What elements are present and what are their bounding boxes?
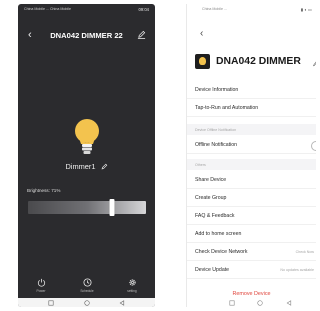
- gear-icon: [128, 279, 136, 286]
- offline-toggle[interactable]: [311, 141, 316, 151]
- app-header: ‹ DNA042 DIMMER 22: [18, 29, 155, 43]
- menu-add-home-screen[interactable]: Add to home screen: [187, 226, 316, 243]
- system-nav-bar: [18, 298, 155, 307]
- section-offline: Device Offline Notification: [187, 124, 316, 135]
- menu-share-device[interactable]: Share Device: [187, 172, 316, 189]
- status-time: 09:04: [138, 7, 149, 12]
- menu-label: Add to home screen: [195, 231, 242, 237]
- section-others: Others: [187, 159, 316, 170]
- menu-check-network[interactable]: Check Device Network Check Now: [187, 244, 316, 261]
- home-icon[interactable]: [257, 300, 263, 306]
- menu-create-group[interactable]: Create Group: [187, 190, 316, 207]
- dock-schedule[interactable]: Schedule: [74, 278, 100, 293]
- menu-device-information[interactable]: Device Information: [187, 82, 316, 99]
- dock-power[interactable]: Power: [28, 278, 54, 293]
- brightness-label: Brightness: 71%: [27, 188, 61, 193]
- menu-label: FAQ & Feedback: [195, 213, 235, 219]
- back-icon[interactable]: [119, 299, 125, 306]
- device-settings-screen: China Mobile ... ▮ ◐ ▭ ‹ DNA042 DIMMER D…: [186, 4, 316, 307]
- screenshot-canvas: China Mobile ... China Mobile 09:04 ‹ DN…: [0, 0, 316, 311]
- menu-label: Share Device: [195, 177, 227, 183]
- carrier-text: China Mobile ... China Mobile: [24, 7, 71, 11]
- menu-tap-to-run[interactable]: Tap-to-Run and Automation: [187, 100, 316, 117]
- back-icon[interactable]: [286, 300, 292, 306]
- section-label: Others: [195, 163, 206, 167]
- menu-label: Device Information: [195, 87, 239, 93]
- dock-label: Power: [36, 289, 46, 293]
- recents-icon[interactable]: [229, 300, 235, 306]
- slider-thumb[interactable]: [109, 199, 115, 216]
- dock-setting[interactable]: setting: [119, 278, 145, 293]
- page-title: DNA042 DIMMER 22: [50, 31, 123, 40]
- status-bar: China Mobile ... China Mobile 09:04: [18, 4, 155, 18]
- menu-value: Check Now: [295, 250, 314, 254]
- menu-value: No updates available: [280, 268, 314, 272]
- menu-offline-notification[interactable]: Offline Notification: [187, 137, 316, 154]
- dock-label: Schedule: [80, 289, 94, 293]
- bottom-dock: Power Schedule setting: [18, 278, 155, 298]
- menu-device-update[interactable]: Device Update No updates available: [187, 262, 316, 279]
- menu-label: Tap-to-Run and Automation: [195, 105, 259, 111]
- section-label: Device Offline Notification: [195, 128, 237, 132]
- light-bulb-icon[interactable]: [73, 118, 101, 158]
- menu-faq-feedback[interactable]: FAQ & Feedback: [187, 208, 316, 225]
- carrier-text: China Mobile ...: [202, 7, 227, 11]
- remove-device-button[interactable]: Remove Device: [187, 291, 316, 297]
- menu-label: Offline Notification: [195, 142, 238, 148]
- menu-label: Create Group: [195, 195, 227, 201]
- recents-icon[interactable]: [48, 300, 54, 306]
- brightness-slider[interactable]: [28, 199, 146, 216]
- edit-icon[interactable]: [313, 59, 316, 67]
- device-header: DNA042 DIMMER: [187, 51, 316, 75]
- menu-label: Device Update: [195, 267, 230, 273]
- status-icons: ▮ ◐ ▭: [300, 7, 312, 12]
- device-title: DNA042 DIMMER: [216, 56, 301, 67]
- dimmer-control-screen: China Mobile ... China Mobile 09:04 ‹ DN…: [18, 4, 155, 307]
- rename-icon[interactable]: [101, 163, 108, 170]
- dock-label: setting: [127, 289, 137, 293]
- device-name-row[interactable]: Dimmer1: [18, 162, 155, 171]
- edit-icon[interactable]: [137, 30, 146, 39]
- status-bar: China Mobile ... ▮ ◐ ▭: [187, 4, 316, 18]
- device-name: Dimmer1: [65, 162, 96, 171]
- home-icon[interactable]: [84, 299, 90, 306]
- system-nav-bar: [187, 300, 316, 307]
- back-button[interactable]: ‹: [200, 29, 203, 39]
- device-thumbnail: [195, 54, 210, 69]
- power-icon: [37, 278, 45, 287]
- menu-label: Check Device Network: [195, 249, 248, 255]
- clock-icon: [82, 278, 92, 287]
